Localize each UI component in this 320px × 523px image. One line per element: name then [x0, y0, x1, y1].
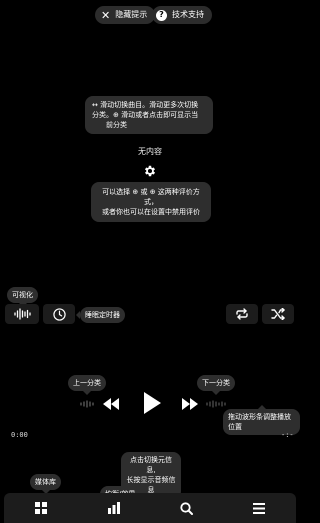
menu-button[interactable] [244, 493, 274, 523]
play-button[interactable] [142, 391, 162, 415]
media-library-tip: 媒体库 [30, 474, 61, 495]
next-category-tip: 下一分类 [197, 375, 235, 396]
equalizer-button[interactable] [99, 493, 129, 523]
remaining-time: -:- [281, 431, 294, 439]
seek-waveform-left[interactable] [80, 399, 94, 409]
tip-line: 点击切换元信息, [130, 456, 172, 475]
help-icon: ? [156, 9, 167, 21]
hide-tips-label: 隐藏提示 [115, 10, 148, 19]
search-button[interactable] [171, 493, 201, 523]
tip-line: 或者你也可以在设置中禁用评价 [102, 208, 200, 217]
sleep-timer-button[interactable] [43, 304, 75, 324]
media-library-button[interactable] [26, 493, 56, 523]
bottom-nav-bar [4, 493, 296, 523]
visualizer-button[interactable] [5, 304, 39, 324]
sleep-timer-tip: 睡眠定时器 [76, 307, 125, 324]
empty-label: 无内容 [138, 147, 162, 156]
play-icon [144, 392, 161, 414]
fast-forward-icon [182, 398, 198, 410]
hide-tips-button[interactable]: ✕ 隐藏提示 [95, 6, 156, 24]
close-icon: ✕ [101, 8, 111, 22]
shuffle-button[interactable] [262, 304, 294, 324]
fast-forward-button[interactable] [181, 396, 199, 412]
repeat-button[interactable] [226, 304, 258, 324]
grid-icon [35, 502, 47, 514]
shuffle-icon [271, 308, 285, 320]
tech-support-label: 技术支持 [172, 10, 204, 19]
tip-line: 前分类 [106, 121, 127, 130]
prev-category-tip: 上一分类 [68, 375, 106, 396]
swipe-category-tip: ↔ 滑动切换曲目。滑动更多次切换 分类。⊕ 滑动或者点击即可显示当 前分类 [85, 96, 213, 135]
seek-waveform-right[interactable] [206, 399, 228, 409]
equalizer-icon [108, 502, 120, 514]
rewind-icon [103, 398, 119, 410]
gear-icon[interactable] [143, 163, 157, 177]
tip-line: 分类。⊕ 滑动或者点击即可显示当 [92, 111, 199, 120]
menu-icon [253, 502, 265, 514]
clock-icon [52, 307, 66, 321]
repeat-icon [236, 308, 248, 320]
visualizer-tip: 可视化 [7, 287, 38, 308]
waveform-icon [14, 308, 31, 320]
search-icon [179, 501, 193, 515]
rating-tip: 可以选择 ⊕ 或 ⊕ 这两种评价方式， 或者你也可以在设置中禁用评价 [91, 182, 211, 223]
elapsed-time: 0:00 [11, 431, 28, 439]
rewind-button[interactable] [102, 396, 120, 412]
tech-support-button[interactable]: ? 技术支持 [152, 6, 212, 24]
tip-line: 可以选择 ⊕ 或 ⊕ 这两种评价方式， [102, 188, 200, 207]
tip-line: ↔ 滑动切换曲目。滑动更多次切换 [92, 101, 199, 109]
